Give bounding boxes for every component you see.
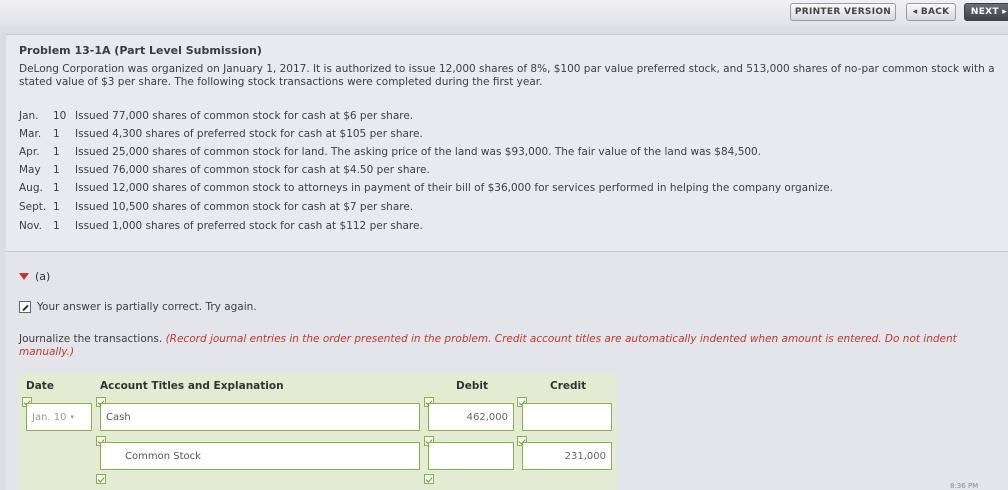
tx-day: 1	[53, 201, 60, 213]
back-button[interactable]: ◂ BACK	[906, 3, 956, 21]
tx-month: Apr.	[19, 146, 40, 158]
tx-day: 1	[53, 146, 60, 158]
tx-day: 10	[53, 110, 67, 122]
transaction-row: Apr. 1 Issued 25,000 shares of common stoc…	[19, 146, 761, 160]
instruction-text: Journalize the transactions.	[19, 333, 166, 345]
tx-month: Mar.	[19, 128, 42, 140]
check-icon	[424, 474, 434, 484]
tx-text: Issued 4,300 shares of preferred stock f…	[75, 128, 423, 140]
next-button[interactable]: NEXT ▸	[964, 3, 1008, 21]
account-field[interactable]: Cash	[100, 403, 420, 431]
triangle-down-icon	[19, 273, 29, 280]
credit-header: Credit	[550, 380, 587, 392]
printer-version-button[interactable]: PRINTER VERSION	[790, 3, 896, 21]
debit-field[interactable]	[428, 442, 514, 470]
tx-day: 1	[53, 128, 60, 140]
tx-month: Aug.	[19, 182, 43, 194]
tx-text: Issued 76,000 shares of common stock for…	[75, 164, 430, 176]
date-select[interactable]: Jan. 10 ▾	[26, 403, 92, 431]
transaction-row: Sept. 1 Issued 10,500 shares of common sto…	[19, 201, 413, 215]
account-field[interactable]: Common Stock	[100, 442, 420, 470]
instructions: Journalize the transactions. (Record jou…	[19, 333, 979, 359]
tx-day: 1	[53, 182, 60, 194]
tx-month: Sept.	[19, 201, 47, 213]
transaction-row: Nov. 1 Issued 1,000 shares of preferred st…	[19, 220, 423, 234]
tx-text: Issued 10,500 shares of common stock for…	[75, 201, 414, 213]
clock: 8:36 PM	[950, 482, 979, 490]
tx-month: May	[19, 164, 41, 176]
section-label: (a)	[35, 270, 51, 283]
tx-month: Nov.	[19, 220, 43, 232]
tx-day: 1	[53, 220, 60, 232]
status-text: Your answer is partially correct. Try ag…	[37, 301, 257, 313]
date-header: Date	[26, 380, 54, 392]
problem-description: DeLong Corporation was organized on Janu…	[19, 63, 995, 88]
tx-text: Issued 25,000 shares of common stock for…	[75, 146, 762, 158]
credit-field[interactable]	[522, 403, 612, 431]
problem-title: Problem 13-1A (Part Level Submission)	[19, 44, 262, 57]
tx-day: 1	[53, 164, 60, 176]
tx-month: Jan.	[19, 110, 39, 122]
transaction-row: Aug. 1 Issued 12,000 shares of common stoc…	[19, 182, 833, 196]
tx-text: Issued 1,000 shares of preferred stock f…	[75, 220, 423, 232]
chevron-down-icon: ▾	[70, 413, 75, 421]
date-value: Jan. 10	[32, 411, 67, 423]
tx-text: Issued 12,000 shares of common stock to …	[75, 182, 833, 194]
account-header: Account Titles and Explanation	[100, 380, 284, 392]
section-a-toggle[interactable]: (a)	[19, 270, 50, 283]
answer-status: Your answer is partially correct. Try ag…	[19, 301, 257, 313]
debit-field[interactable]: 462,000	[428, 403, 514, 431]
credit-field[interactable]: 231,000	[522, 442, 612, 470]
debit-header: Debit	[456, 380, 488, 392]
transaction-row: May 1 Issued 76,000 shares of common stock…	[19, 164, 430, 178]
transaction-row: Jan. 10 Issued 77,000 shares of common sto…	[19, 110, 413, 124]
tx-text: Issued 77,000 shares of common stock for…	[75, 110, 414, 122]
check-icon	[96, 474, 106, 484]
transaction-row: Mar. 1 Issued 4,300 shares of preferred st…	[19, 128, 423, 142]
partially-correct-icon	[19, 301, 31, 313]
